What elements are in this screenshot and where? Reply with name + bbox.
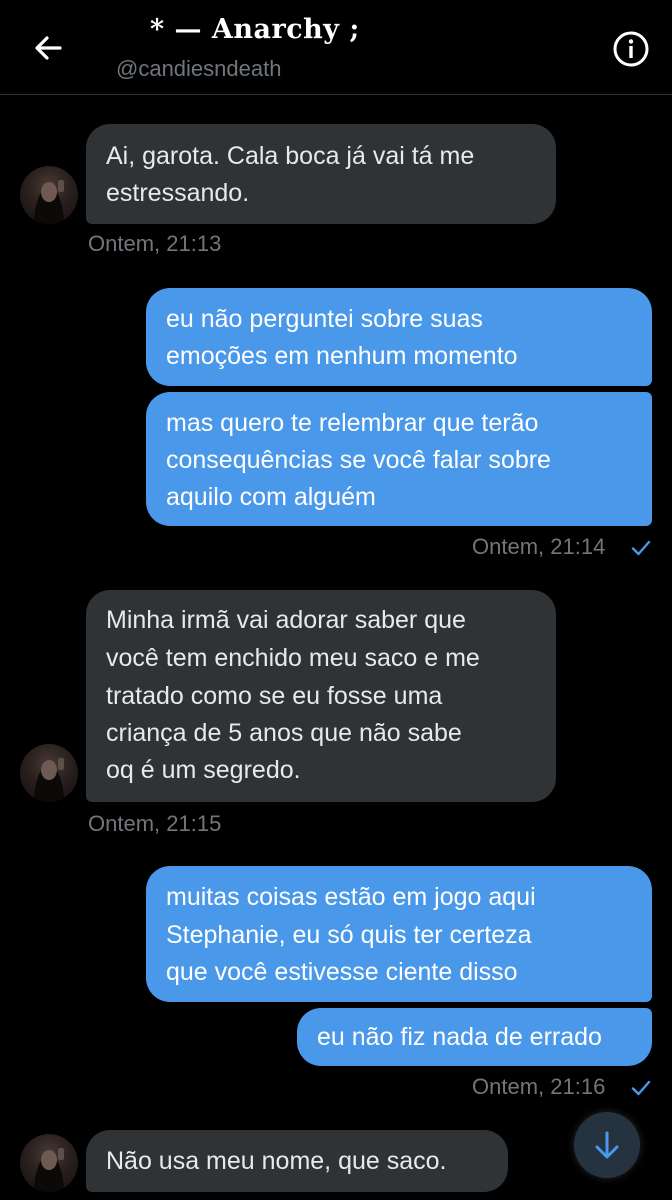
message-timestamp: Ontem, 21:13 [88, 231, 222, 256]
message-text-line: estressando. [106, 179, 250, 207]
message-text-line: muitas coisas estão em jogo aqui [166, 883, 536, 911]
checkmark-icon [631, 1080, 651, 1096]
message-bubble[interactable]: Não usa meu nome, que saco. [86, 1130, 508, 1192]
message-text-line: consequências se você falar sobre [166, 446, 551, 474]
message-text-line: tratado como se eu fosse uma [106, 682, 443, 710]
message-text-line: eu não perguntei sobre suas [166, 305, 483, 333]
avatar[interactable] [20, 744, 78, 802]
message-timestamp: Ontem, 21:16 [472, 1074, 606, 1099]
message-text-line: emoções em nenhum momento [166, 342, 518, 370]
conversation-title[interactable]: * — Anarchy ; [150, 14, 360, 45]
conversation-handle[interactable]: @candiesndeath [116, 56, 281, 82]
avatar[interactable] [20, 1134, 78, 1192]
message-text-line: Não usa meu nome, que saco. [106, 1147, 447, 1175]
message-text-line: aquilo com alguém [166, 483, 376, 511]
message-timestamp: Ontem, 21:15 [88, 811, 222, 836]
message-text-line: oq é um segredo. [106, 756, 301, 784]
conversation-header: * — Anarchy ; @candiesndeath [0, 0, 672, 95]
message-bubble[interactable]: mas quero te relembrar que terão consequ… [146, 392, 652, 526]
message-text-line: eu não fiz nada de errado [317, 1023, 602, 1051]
scroll-to-bottom-button[interactable] [574, 1112, 640, 1178]
message-timestamp: Ontem, 21:14 [472, 534, 606, 559]
back-button[interactable] [28, 28, 68, 68]
checkmark-icon [631, 540, 651, 556]
message-text-line: Minha irmã vai adorar saber que [106, 606, 466, 634]
message-text-line: Stephanie, eu só quis ter certeza [166, 921, 532, 949]
message-bubble[interactable]: Minha irmã vai adorar saber que você tem… [86, 590, 556, 802]
info-circle-icon [613, 31, 649, 67]
info-button[interactable] [612, 30, 650, 68]
avatar[interactable] [20, 166, 78, 224]
message-text-line: Ai, garota. Cala boca já vai tá me [106, 142, 475, 170]
message-text-line: você tem enchido meu saco e me [106, 644, 480, 672]
message-text-line: criança de 5 anos que não sabe [106, 719, 462, 747]
message-text-line: mas quero te relembrar que terão [166, 409, 539, 437]
arrow-left-icon [35, 36, 62, 60]
message-bubble[interactable]: eu não perguntei sobre suas emoções em n… [146, 288, 652, 386]
message-bubble[interactable]: eu não fiz nada de errado [297, 1008, 652, 1066]
message-bubble[interactable]: muitas coisas estão em jogo aqui Stephan… [146, 866, 652, 1002]
message-bubble[interactable]: Ai, garota. Cala boca já vai tá me estre… [86, 124, 556, 224]
arrow-down-icon [595, 1131, 619, 1159]
message-text-line: que você estivesse ciente disso [166, 958, 518, 986]
